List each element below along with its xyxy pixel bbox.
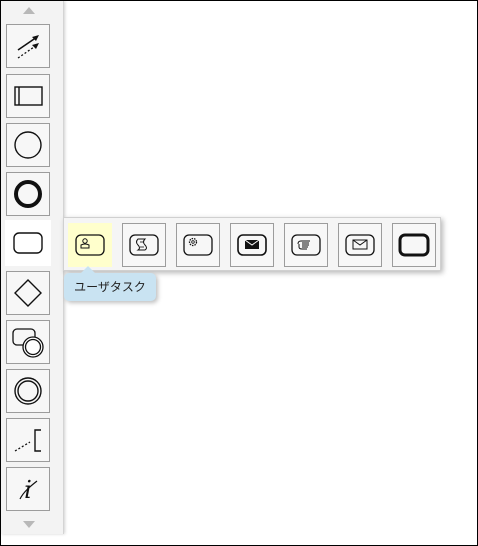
manual-task-icon[interactable] bbox=[284, 223, 328, 267]
end-event-icon[interactable] bbox=[6, 172, 50, 216]
svg-text:i: i bbox=[24, 476, 32, 504]
gateway-icon[interactable] bbox=[6, 271, 50, 315]
tool-palette: i bbox=[1, 1, 64, 534]
task-icon[interactable] bbox=[6, 221, 50, 265]
scroll-down-icon[interactable] bbox=[23, 521, 35, 528]
intermediate-event-icon[interactable] bbox=[6, 369, 50, 413]
annotation-icon[interactable] bbox=[6, 418, 50, 462]
tooltip: ユーザタスク bbox=[64, 266, 156, 301]
send-task-icon[interactable] bbox=[230, 223, 274, 267]
scroll-up-icon[interactable] bbox=[23, 7, 35, 14]
tooltip-text: ユーザタスク bbox=[74, 280, 146, 294]
call-activity-icon[interactable] bbox=[392, 223, 436, 267]
user-task-icon[interactable] bbox=[68, 223, 112, 267]
connector-arrows-icon[interactable] bbox=[6, 24, 50, 68]
pool-lane-icon[interactable] bbox=[6, 74, 50, 118]
service-task-icon[interactable] bbox=[176, 223, 220, 267]
subprocess-icon[interactable] bbox=[6, 320, 50, 364]
script-task-icon[interactable] bbox=[122, 223, 166, 267]
start-event-icon[interactable] bbox=[6, 123, 50, 167]
receive-task-icon[interactable] bbox=[338, 223, 382, 267]
data-object-icon[interactable]: i bbox=[6, 467, 50, 511]
task-type-flyout bbox=[63, 217, 441, 271]
